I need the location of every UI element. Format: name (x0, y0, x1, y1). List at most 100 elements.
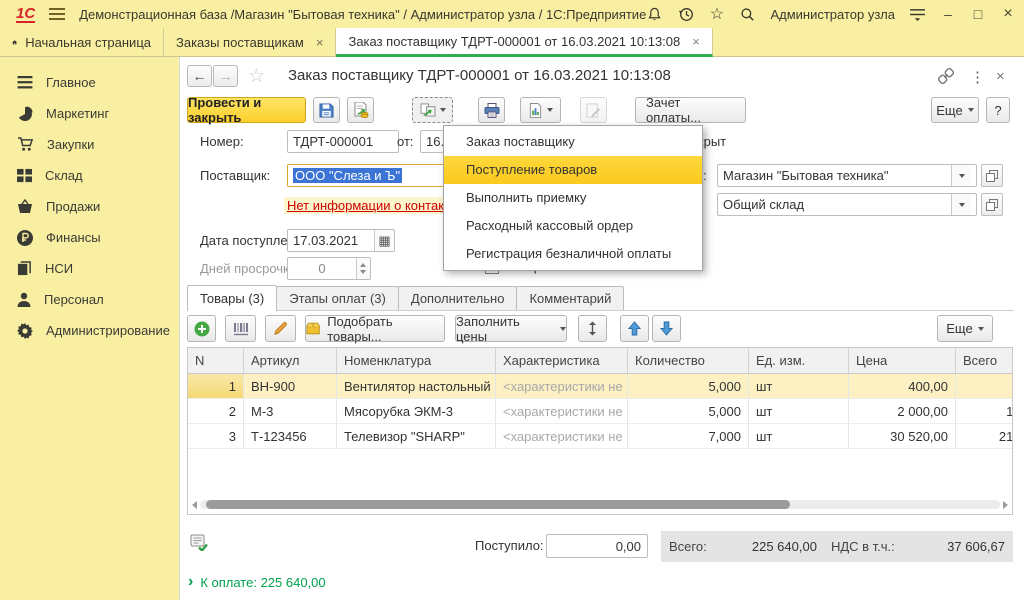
maximize-button[interactable]: □ (970, 6, 986, 22)
table-cell[interactable]: <характеристики не и... (496, 424, 628, 448)
warehouse-dropdown-button[interactable] (951, 194, 971, 215)
back-button[interactable]: ← (187, 65, 212, 87)
close-tab-icon[interactable]: × (316, 35, 324, 50)
menu-item[interactable]: Расходный кассовый ордер (444, 212, 702, 240)
table-row[interactable]: 3Т-123456Телевизор "SHARP"<характеристик… (188, 424, 1012, 449)
notifications-bell-icon[interactable] (646, 6, 663, 23)
received-field[interactable]: 0,00 (546, 534, 648, 558)
table-cell[interactable]: <характеристики не и... (496, 374, 628, 398)
table-cell[interactable]: 5,000 (628, 374, 749, 398)
create-based-on-button[interactable] (412, 97, 453, 123)
table-cell[interactable]: 400,00 (849, 374, 956, 398)
menu-item[interactable]: Выполнить приемку (444, 184, 702, 212)
sidebar-item-personnel[interactable]: Персонал (0, 284, 179, 315)
table-cell[interactable]: Телевизор "SHARP" (337, 424, 496, 448)
save-button[interactable] (313, 97, 340, 123)
table-cell[interactable]: 7,000 (628, 424, 749, 448)
table-cell[interactable]: ВН-900 (244, 374, 337, 398)
table-cell[interactable]: 213 640,00 (956, 424, 1013, 448)
edit-row-button[interactable] (265, 315, 296, 342)
move-down-button[interactable] (652, 315, 681, 342)
menu-item[interactable]: Регистрация безналичной оплаты (444, 240, 702, 268)
overdue-days-field[interactable]: 0 (287, 257, 371, 280)
table-cell[interactable]: Т-123456 (244, 424, 337, 448)
minimize-button[interactable]: – (940, 6, 956, 22)
move-up-button[interactable] (620, 315, 649, 342)
scroll-left-icon[interactable] (192, 501, 197, 509)
close-form-icon[interactable]: × (996, 68, 1005, 85)
no-contact-info-link[interactable]: Нет информации о контактах (284, 197, 467, 214)
table-cell[interactable]: М-3 (244, 399, 337, 423)
sidebar-item-administration[interactable]: Администрирование (0, 315, 179, 346)
table-cell[interactable]: 2 000,00 (956, 374, 1013, 398)
close-window-button[interactable]: × (1000, 5, 1016, 23)
add-row-button[interactable] (187, 315, 216, 342)
column-header[interactable]: Количество (628, 348, 749, 373)
menu-item[interactable]: Поступление товаров (444, 156, 702, 184)
forward-button[interactable]: → (213, 65, 238, 87)
table-cell[interactable]: шт (749, 424, 849, 448)
favorite-star-icon[interactable]: ☆ (248, 65, 265, 88)
number-field[interactable]: ТДРТ-000001 (287, 130, 399, 153)
fill-prices-button[interactable]: Заполнить цены (455, 315, 567, 342)
to-pay-link[interactable]: › К оплате: 225 640,00 (188, 573, 326, 591)
column-header[interactable]: Номенклатура (337, 348, 496, 373)
table-cell[interactable]: 30 520,00 (849, 424, 956, 448)
offset-payment-button[interactable]: Зачет оплаты... (635, 97, 746, 123)
reports-button[interactable] (520, 97, 561, 123)
tab-home[interactable]: Начальная страница (0, 28, 164, 56)
edit-button[interactable] (580, 97, 607, 123)
table-cell[interactable]: 2 (188, 399, 244, 423)
main-menu-icon[interactable] (49, 8, 65, 20)
sidebar-item-main[interactable]: Главное (0, 67, 179, 98)
shop-open-button[interactable] (981, 164, 1003, 187)
column-header[interactable]: Всего (956, 348, 1013, 373)
table-cell[interactable]: шт (749, 399, 849, 423)
table-cell[interactable]: 1 (188, 374, 244, 398)
shop-dropdown-button[interactable] (951, 165, 971, 186)
column-header[interactable]: Цена (849, 348, 956, 373)
goods-table[interactable]: NАртикулНоменклатураХарактеристикаКоличе… (187, 347, 1013, 515)
close-tab-icon[interactable]: × (692, 34, 700, 49)
sidebar-item-nsi[interactable]: НСИ (0, 253, 179, 284)
favorites-star-icon[interactable]: ☆ (708, 6, 725, 23)
post-document-button[interactable] (347, 97, 374, 123)
sidebar-item-sales[interactable]: Продажи (0, 191, 179, 222)
task-note-icon[interactable] (190, 534, 208, 554)
horizontal-scrollbar[interactable] (192, 499, 1008, 510)
search-icon[interactable] (739, 6, 756, 23)
table-cell[interactable]: 5,000 (628, 399, 749, 423)
column-header[interactable]: Артикул (244, 348, 337, 373)
column-header[interactable]: Характеристика (496, 348, 628, 373)
table-cell[interactable]: 2 000,00 (849, 399, 956, 423)
scrollbar-thumb[interactable] (206, 500, 790, 509)
table-cell[interactable]: 10 000,00 (956, 399, 1013, 423)
shop-field[interactable]: Магазин "Бытовая техника" (717, 164, 977, 187)
service-menu-icon[interactable] (909, 6, 926, 23)
column-header[interactable]: Ед. изм. (749, 348, 849, 373)
barcode-scanner-button[interactable] (225, 315, 256, 342)
expand-rows-button[interactable] (578, 315, 607, 342)
sidebar-item-finance[interactable]: Финансы (0, 222, 179, 253)
table-cell[interactable]: 3 (188, 424, 244, 448)
tab-supplier-order-document[interactable]: Заказ поставщику ТДРТ-000001 от 16.03.20… (336, 28, 712, 57)
table-row[interactable]: 2М-3Мясорубка ЭКМ-3<характеристики не и.… (188, 399, 1012, 424)
pick-goods-button[interactable]: Подобрать товары... (305, 315, 445, 342)
sidebar-item-purchases[interactable]: Закупки (0, 129, 179, 160)
table-cell[interactable]: <характеристики не и... (496, 399, 628, 423)
table-cell[interactable]: Мясорубка ЭКМ-3 (337, 399, 496, 423)
warehouse-field[interactable]: Общий склад (717, 193, 977, 216)
table-more-button[interactable]: Еще (937, 315, 993, 342)
post-and-close-button[interactable]: Провести и закрыть (187, 97, 306, 123)
spinner-arrows-icon[interactable] (356, 258, 370, 279)
menu-item[interactable]: Заказ поставщику (444, 128, 702, 156)
scrollbar-track[interactable] (200, 500, 1000, 509)
current-user[interactable]: Администратор узла (770, 7, 895, 22)
sidebar-item-warehouse[interactable]: Склад (0, 160, 179, 191)
history-icon[interactable] (677, 6, 694, 23)
copy-link-icon[interactable] (938, 68, 954, 87)
sidebar-item-marketing[interactable]: Маркетинг (0, 98, 179, 129)
scroll-right-icon[interactable] (1003, 501, 1008, 509)
print-button[interactable] (478, 97, 505, 123)
column-header[interactable]: N (188, 348, 244, 373)
